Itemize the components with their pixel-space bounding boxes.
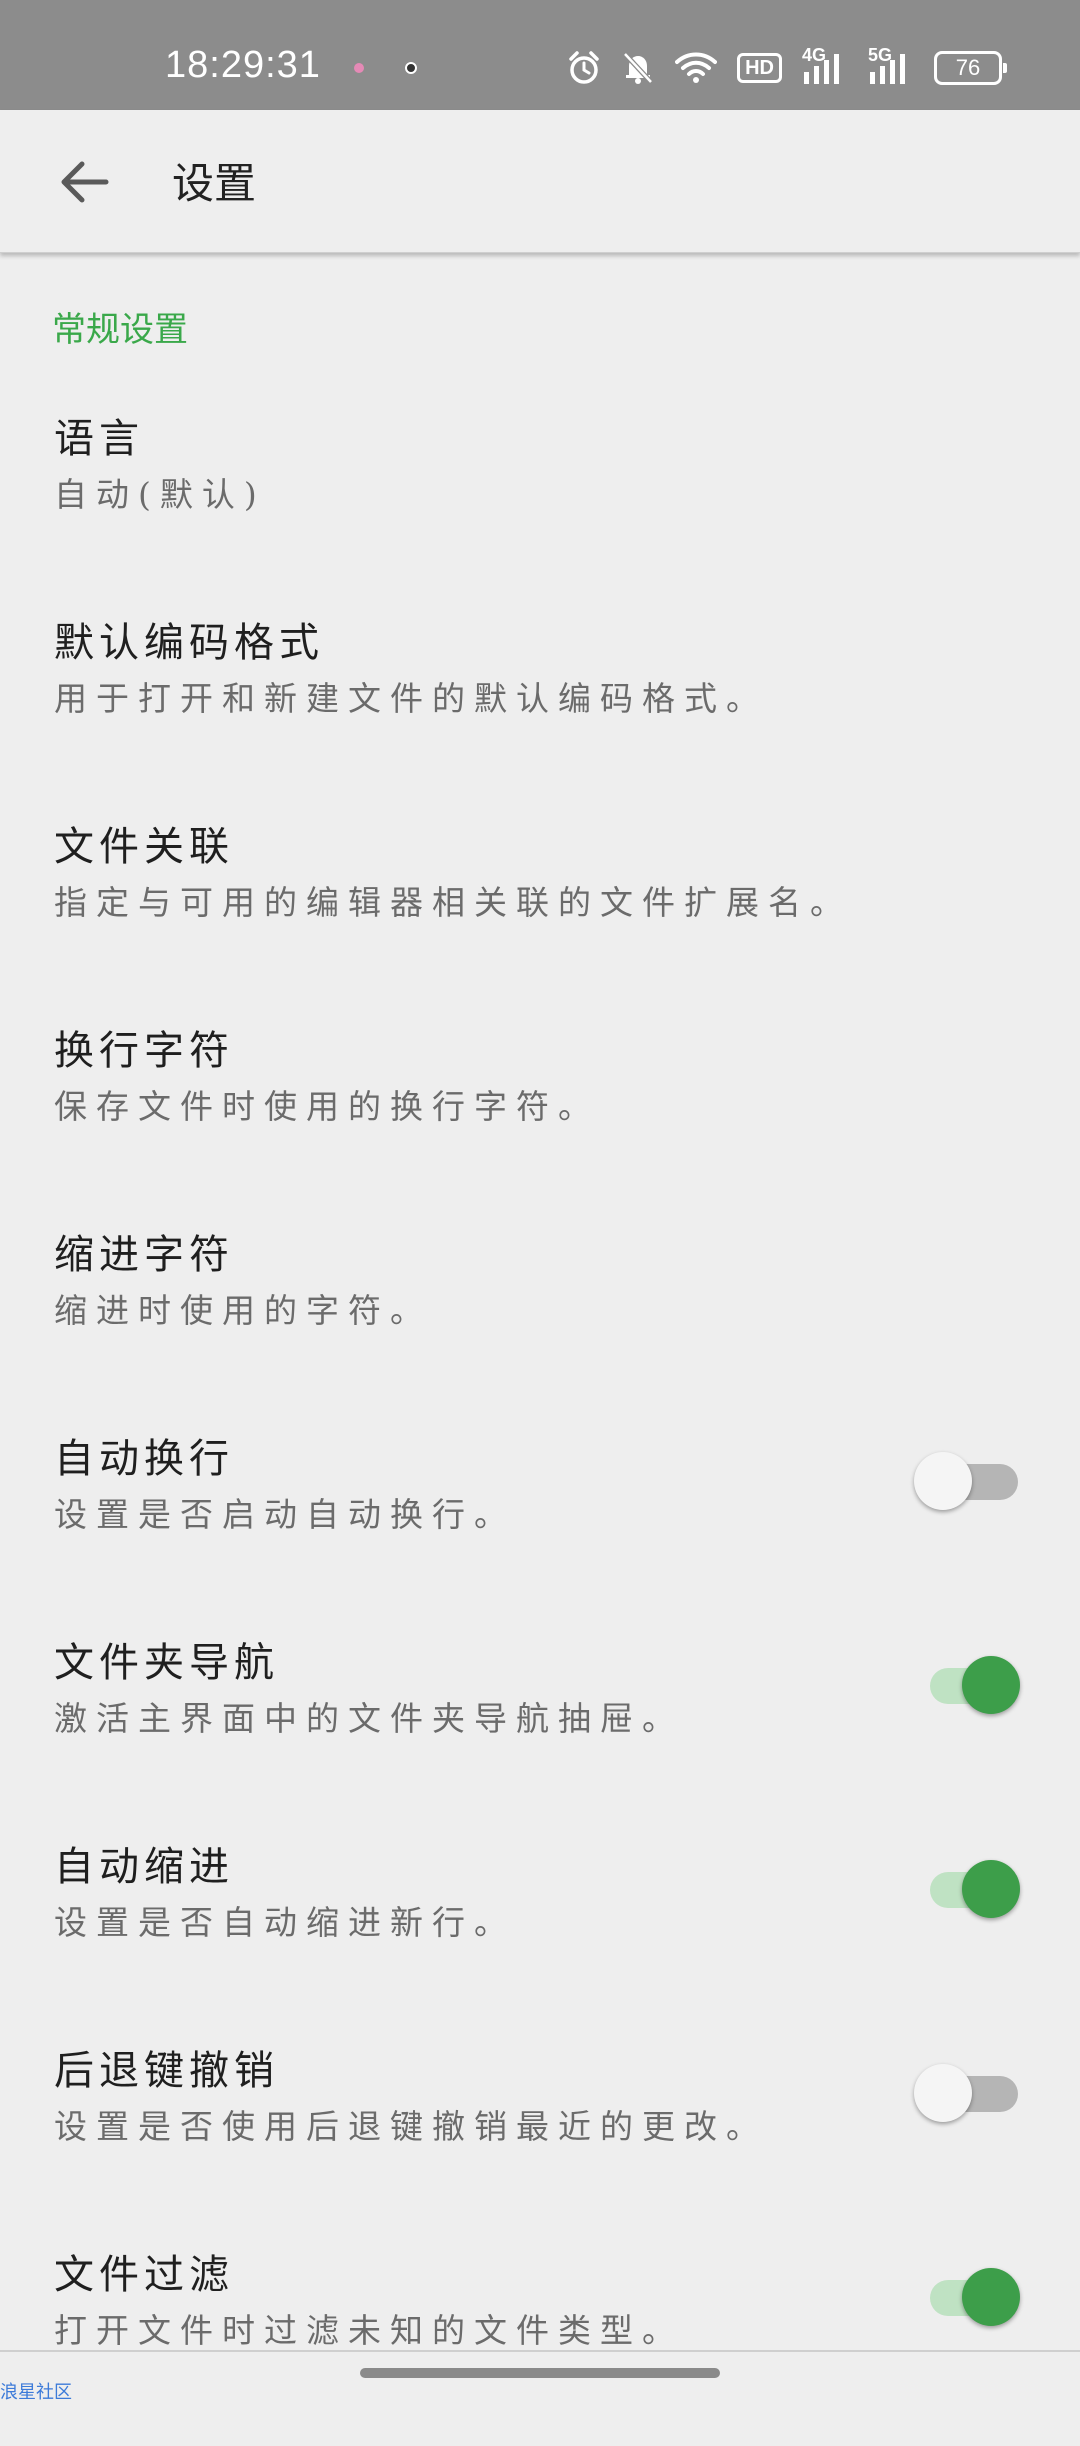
arrow-left-icon [61,161,109,203]
home-indicator[interactable] [360,2368,720,2378]
status-time: 18:29:31 [165,44,321,86]
pref-back-key-undo[interactable]: 后退键撤销 设置是否使用后退键撤销最近的更改。 [0,2038,1080,2242]
pref-title: 默认编码格式 [54,620,324,666]
pref-line-ending[interactable]: 换行字符 保存文件时使用的换行字符。 [0,1018,1080,1222]
pref-auto-indent[interactable]: 自动缩进 设置是否自动缩进新行。 [0,1834,1080,2038]
switch-thumb [962,1860,1020,1918]
file-filter-toggle[interactable] [926,2264,1022,2326]
pref-title: 文件关联 [54,824,234,870]
page-title: 设置 [172,159,257,208]
auto-indent-toggle[interactable] [926,1856,1022,1918]
notification-dot-icon [405,62,417,74]
switch-thumb [962,1656,1020,1714]
pref-title: 语言 [54,416,144,462]
pref-file-association[interactable]: 文件关联 指定与可用的编辑器相关联的文件扩展名。 [0,814,1080,1018]
switch-thumb [914,2064,972,2122]
pref-summary: 设置是否使用后退键撤销最近的更改。 [54,2107,768,2146]
signal-5g-icon: 5G [868,46,914,86]
pref-summary: 激活主界面中的文件夹导航抽屉。 [54,1699,684,1738]
pref-folder-navigation[interactable]: 文件夹导航 激活主界面中的文件夹导航抽屉。 [0,1630,1080,1834]
section-header: 常规设置 [52,310,188,350]
switch-thumb [962,2268,1020,2326]
pref-file-filter[interactable]: 文件过滤 打开文件时过滤未知的文件类型。 [0,2242,1080,2446]
pref-title: 后退键撤销 [54,2048,279,2094]
pref-summary: 用于打开和新建文件的默认编码格式。 [54,679,768,718]
pref-summary: 设置是否自动缩进新行。 [54,1903,516,1942]
app-bar: 设置 [0,110,1080,253]
pref-title: 自动缩进 [54,1844,234,1890]
network-5g-label: 5G [868,45,893,65]
pref-summary: 打开文件时过滤未知的文件类型。 [54,2311,684,2350]
alarm-icon [567,50,601,86]
pref-summary: 设置是否启动自动换行。 [54,1495,516,1534]
hd-icon: HD [737,53,782,83]
back-key-undo-toggle[interactable] [914,2060,1022,2122]
pref-title: 自动换行 [54,1436,234,1482]
bell-muted-icon [621,50,655,86]
status-icons: HD 4G 5G 76 [567,46,1007,90]
network-4g-label: 4G [802,45,827,65]
wifi-icon [675,51,718,85]
pref-summary: 指定与可用的编辑器相关联的文件扩展名。 [54,883,852,922]
word-wrap-toggle[interactable] [914,1448,1022,1510]
pref-default-encoding[interactable]: 默认编码格式 用于打开和新建文件的默认编码格式。 [0,610,1080,814]
signal-4g-icon: 4G [802,46,848,86]
pref-summary: 缩进时使用的字符。 [54,1291,432,1330]
pref-summary: 自动(默认) [54,475,266,514]
pref-indent-char[interactable]: 缩进字符 缩进时使用的字符。 [0,1222,1080,1426]
pref-title: 换行字符 [54,1028,234,1074]
status-bar: 18:29:31 HD 4G 5G 76 [0,0,1080,110]
folder-navigation-toggle[interactable] [926,1652,1022,1714]
notification-dot-icon [354,63,364,73]
bottom-divider [0,2350,1080,2352]
pref-title: 文件过滤 [54,2252,234,2298]
pref-language[interactable]: 语言 自动(默认) [0,406,1080,610]
pref-title: 缩进字符 [54,1232,234,1278]
watermark: 浪星社区 [0,2382,72,2403]
back-button[interactable] [36,142,132,222]
battery-icon: 76 [934,51,1007,85]
pref-word-wrap[interactable]: 自动换行 设置是否启动自动换行。 [0,1426,1080,1630]
pref-title: 文件夹导航 [54,1640,279,1686]
pref-summary: 保存文件时使用的换行字符。 [54,1087,600,1126]
switch-thumb [914,1452,972,1510]
